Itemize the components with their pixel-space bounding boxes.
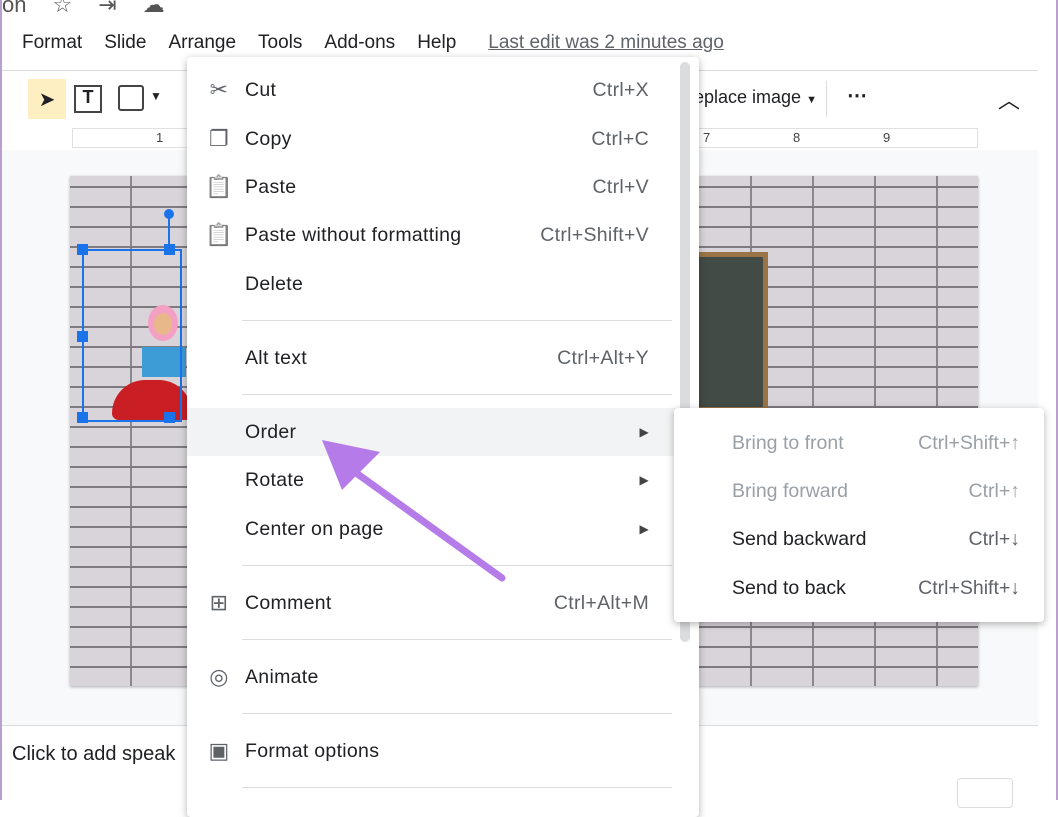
menu-item-send-backward[interactable]: Send backward Ctrl+↓ bbox=[674, 515, 1044, 563]
ruler-label: 8 bbox=[793, 130, 801, 145]
label: Rotate bbox=[245, 468, 305, 491]
label: Comment bbox=[245, 591, 332, 614]
collapse-icon[interactable]: ︿ bbox=[998, 83, 1020, 115]
menu-item-paste[interactable]: 📋 Paste Ctrl+V bbox=[187, 163, 699, 211]
ruler-label: 9 bbox=[883, 130, 891, 145]
ruler-label: 7 bbox=[703, 130, 711, 145]
shortcut: Ctrl+C bbox=[591, 127, 649, 150]
menu-item-order[interactable]: Order ▶ bbox=[187, 408, 699, 456]
doc-title: on bbox=[2, 0, 27, 17]
menu-item-send-to-back[interactable]: Send to back Ctrl+Shift+↓ bbox=[674, 564, 1044, 612]
submenu-arrow-icon: ▶ bbox=[639, 425, 649, 439]
menu-item-animate[interactable]: ◎ Animate bbox=[187, 653, 699, 701]
shortcut: Ctrl+X bbox=[592, 78, 649, 101]
rotate-line bbox=[168, 215, 170, 245]
cursor-icon: ➤ bbox=[38, 88, 56, 111]
submenu-arrow-icon: ▶ bbox=[639, 522, 649, 536]
label: Send to back bbox=[732, 576, 846, 599]
menu-arrange[interactable]: Arrange bbox=[168, 32, 236, 54]
more-icon[interactable]: ⋯ bbox=[847, 83, 867, 108]
scissors-icon: ✂ bbox=[209, 77, 229, 102]
label: Animate bbox=[245, 665, 319, 688]
format-paint-icon: ▣ bbox=[208, 738, 230, 763]
divider bbox=[242, 639, 672, 640]
speaker-notes-placeholder: Click to add speak bbox=[12, 743, 176, 765]
resize-handle[interactable] bbox=[77, 412, 88, 423]
menu-format[interactable]: Format bbox=[22, 32, 82, 54]
label: Bring to front bbox=[732, 431, 844, 454]
title-bar: on ☆ ⇥ ☁ bbox=[2, 0, 165, 18]
chevron-down-icon[interactable]: ▼ bbox=[150, 89, 162, 103]
menu-item-copy[interactable]: ❐ Copy Ctrl+C bbox=[187, 115, 699, 163]
replace-image-button[interactable]: eplace image ▼ bbox=[694, 87, 817, 108]
shortcut: Ctrl+Alt+M bbox=[553, 591, 649, 614]
label: Cut bbox=[245, 78, 277, 101]
divider bbox=[826, 81, 827, 117]
order-submenu: Bring to front Ctrl+Shift+↑ Bring forward… bbox=[674, 408, 1044, 622]
label: Send backward bbox=[732, 527, 867, 550]
divider bbox=[242, 320, 672, 321]
menu-item-alt-text[interactable]: Alt text Ctrl+Alt+Y bbox=[187, 334, 699, 382]
chalkboard-image[interactable] bbox=[692, 252, 768, 412]
label: Paste bbox=[245, 175, 297, 198]
divider bbox=[242, 787, 672, 788]
menu-addons[interactable]: Add-ons bbox=[324, 32, 395, 54]
shortcut: Ctrl+Shift+↑ bbox=[918, 431, 1020, 454]
resize-handle[interactable] bbox=[77, 244, 88, 255]
ruler-label: 1 bbox=[156, 130, 164, 145]
menu-item-bring-forward[interactable]: Bring forward Ctrl+↑ bbox=[674, 467, 1044, 515]
menu-tools[interactable]: Tools bbox=[258, 32, 302, 54]
divider bbox=[242, 565, 672, 566]
star-icon[interactable]: ☆ bbox=[52, 0, 72, 18]
animate-icon: ◎ bbox=[209, 664, 229, 689]
resize-handle[interactable] bbox=[77, 331, 88, 342]
last-edit-link[interactable]: Last edit was 2 minutes ago bbox=[488, 32, 724, 54]
menu-bar: Format Slide Arrange Tools Add-ons Help … bbox=[22, 32, 746, 54]
shortcut: Ctrl+↑ bbox=[968, 479, 1020, 502]
paste-text-icon: 📋 bbox=[205, 222, 233, 247]
copy-icon: ❐ bbox=[208, 126, 230, 151]
notes-toggle-button[interactable] bbox=[957, 778, 1013, 808]
menu-item-format-options[interactable]: ▣ Format options bbox=[187, 727, 699, 775]
add-comment-icon: ⊞ bbox=[209, 590, 229, 615]
selection-box[interactable] bbox=[77, 209, 182, 423]
shortcut: Ctrl+Alt+Y bbox=[557, 346, 649, 369]
shortcut: Ctrl+Shift+↓ bbox=[918, 576, 1020, 599]
label: Copy bbox=[245, 127, 292, 150]
clipboard-icon: 📋 bbox=[205, 174, 233, 199]
submenu-arrow-icon: ▶ bbox=[639, 473, 649, 487]
label: Alt text bbox=[245, 346, 308, 369]
rotate-handle[interactable] bbox=[164, 209, 174, 219]
shortcut: Ctrl+↓ bbox=[968, 527, 1020, 550]
cloud-status-icon[interactable]: ☁ bbox=[143, 0, 165, 18]
text-box-icon[interactable]: T bbox=[74, 85, 102, 113]
menu-item-paste-without-formatting[interactable]: 📋 Paste without formatting Ctrl+Shift+V bbox=[187, 211, 699, 259]
move-icon[interactable]: ⇥ bbox=[98, 0, 116, 18]
menu-item-rotate[interactable]: Rotate ▶ bbox=[187, 456, 699, 504]
chevron-down-icon: ▼ bbox=[806, 94, 817, 106]
image-icon[interactable] bbox=[118, 85, 144, 111]
label: Order bbox=[245, 420, 297, 443]
select-tool-button[interactable]: ➤ bbox=[28, 79, 66, 119]
divider bbox=[242, 394, 672, 395]
menu-item-cut[interactable]: ✂ Cut Ctrl+X bbox=[187, 66, 699, 114]
menu-item-comment[interactable]: ⊞ Comment Ctrl+Alt+M bbox=[187, 579, 699, 627]
menu-item-delete[interactable]: Delete bbox=[187, 260, 699, 308]
shortcut: Ctrl+V bbox=[592, 175, 649, 198]
shortcut: Ctrl+Shift+V bbox=[540, 223, 649, 246]
replace-image-label: eplace image bbox=[694, 87, 802, 107]
label: Format options bbox=[245, 739, 380, 762]
menu-item-center-on-page[interactable]: Center on page ▶ bbox=[187, 505, 699, 553]
resize-handle[interactable] bbox=[164, 412, 175, 423]
context-menu: ✂ Cut Ctrl+X ❐ Copy Ctrl+C 📋 Paste Ctrl+V 📋 Pas… bbox=[187, 57, 699, 817]
divider bbox=[242, 713, 672, 714]
label: Bring forward bbox=[732, 479, 848, 502]
label: Center on page bbox=[245, 517, 384, 540]
resize-handle[interactable] bbox=[164, 244, 175, 255]
menu-slide[interactable]: Slide bbox=[104, 32, 146, 54]
menu-item-bring-to-front[interactable]: Bring to front Ctrl+Shift+↑ bbox=[674, 419, 1044, 467]
label: Delete bbox=[245, 272, 304, 295]
menu-help[interactable]: Help bbox=[417, 32, 456, 54]
label: Paste without formatting bbox=[245, 223, 462, 246]
